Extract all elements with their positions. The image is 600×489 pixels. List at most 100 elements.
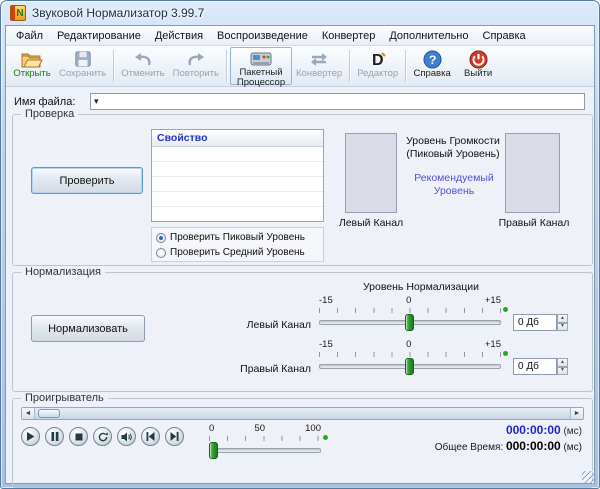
volume-level-title: Уровень Громкости (Пиковый Уровень) xyxy=(401,135,505,161)
table-row xyxy=(152,147,323,162)
pause-icon xyxy=(51,432,59,441)
elapsed-time-value: 000:00:00 xyxy=(506,423,561,437)
volume-scale: 0 50 100 xyxy=(209,423,321,434)
resize-grip[interactable] xyxy=(582,471,594,483)
titlebar[interactable]: N Звуковой Нормализатор 3.99.7 xyxy=(1,1,599,25)
toolbar-help-label: Справка xyxy=(413,69,450,79)
stop-button[interactable] xyxy=(69,427,88,446)
repeat-button[interactable] xyxy=(93,427,112,446)
redo-icon xyxy=(186,49,206,69)
stop-icon xyxy=(75,433,83,441)
next-button[interactable] xyxy=(165,427,184,446)
check-mode-panel: Проверить Пиковый Уровень Проверить Сред… xyxy=(151,227,324,262)
scale-min: -15 xyxy=(319,295,333,306)
toolbar-exit-label: Выйти xyxy=(464,69,492,79)
menu-edit[interactable]: Редактирование xyxy=(50,28,148,44)
toolbar-open-label: Открыть xyxy=(13,69,50,79)
seek-left-icon[interactable]: ◄ xyxy=(22,408,35,419)
next-icon xyxy=(170,432,179,441)
normalize-group-title: Нормализация xyxy=(21,266,105,278)
toolbar-help-button[interactable]: ? Справка xyxy=(409,47,455,85)
dropdown-arrow-icon[interactable]: ▾ xyxy=(94,97,99,106)
menu-actions[interactable]: Действия xyxy=(148,28,210,44)
norm-right-channel-label: Правый Канал xyxy=(213,363,311,375)
menu-extra[interactable]: Дополнительно xyxy=(382,28,475,44)
total-time-value: 000:00:00 xyxy=(506,439,561,453)
help-icon: ? xyxy=(423,49,442,69)
normalize-group: Нормализация Нормализовать Уровень Норма… xyxy=(12,272,593,392)
toolbar-undo-button: Отменить xyxy=(117,47,168,85)
left-channel-label: Левый Канал xyxy=(327,217,415,229)
toolbar-save-button: Сохранить xyxy=(55,47,110,85)
green-dot-icon xyxy=(503,351,508,356)
toolbar-separator xyxy=(405,50,406,82)
pause-button[interactable] xyxy=(45,427,64,446)
scale-min: -15 xyxy=(319,339,333,350)
left-db-spinner: ▲ ▼ xyxy=(557,314,568,331)
save-icon xyxy=(74,49,92,69)
exit-icon xyxy=(469,49,488,69)
toolbar: Открыть Сохранить Отменить Повторить xyxy=(6,46,594,87)
toolbar-editor-label: Редактор xyxy=(357,69,398,79)
property-table[interactable]: Свойство xyxy=(151,129,324,222)
scale-mid: 0 xyxy=(406,339,411,350)
window-title: Звуковой Нормализатор 3.99.7 xyxy=(32,6,204,20)
seek-right-icon[interactable]: ► xyxy=(570,408,583,419)
seek-bar[interactable]: ◄ ► xyxy=(21,407,584,420)
norm-left-channel-label: Левый Канал xyxy=(213,319,311,331)
toolbar-batch-processor-button[interactable]: Пакетный Процессор xyxy=(230,47,292,85)
mute-button[interactable] xyxy=(117,427,136,446)
right-slider-thumb[interactable] xyxy=(405,358,414,375)
check-button-label: Проверить xyxy=(59,175,114,187)
right-db-field[interactable]: 0 Дб xyxy=(513,358,557,375)
menu-help[interactable]: Справка xyxy=(476,28,533,44)
table-row xyxy=(152,162,323,177)
menubar: Файл Редактирование Действия Воспроизвед… xyxy=(6,26,594,46)
speaker-icon xyxy=(121,432,132,442)
table-row xyxy=(152,192,323,207)
toolbar-separator xyxy=(226,50,227,82)
radio-button-icon[interactable] xyxy=(156,233,166,243)
svg-text:?: ? xyxy=(428,52,436,66)
scale-mid: 0 xyxy=(406,295,411,306)
radio-peak-level[interactable]: Проверить Пиковый Уровень xyxy=(156,230,319,245)
spin-up-icon[interactable]: ▲ xyxy=(557,358,568,367)
radio-average-label: Проверить Средний Уровень xyxy=(170,247,305,258)
right-db-spinner: ▲ ▼ xyxy=(557,358,568,375)
volume-thumb[interactable] xyxy=(209,442,218,459)
toolbar-editor-button: D Редактор xyxy=(353,47,402,85)
filename-combobox[interactable]: ▾ xyxy=(90,93,585,110)
open-folder-icon xyxy=(21,49,43,69)
seek-thumb[interactable] xyxy=(38,409,60,418)
radio-average-level[interactable]: Проверить Средний Уровень xyxy=(156,245,319,260)
scale-max: +15 xyxy=(485,295,501,306)
toolbar-exit-button[interactable]: Выйти xyxy=(455,47,501,85)
toolbar-open-button[interactable]: Открыть xyxy=(9,47,55,85)
spin-down-icon[interactable]: ▼ xyxy=(557,323,568,332)
play-button[interactable] xyxy=(21,427,40,446)
normalize-button[interactable]: Нормализовать xyxy=(31,315,145,342)
undo-icon xyxy=(133,49,153,69)
previous-button[interactable] xyxy=(141,427,160,446)
menu-converter[interactable]: Конвертер xyxy=(315,28,382,44)
toolbar-redo-label: Повторить xyxy=(173,69,219,79)
left-db-field[interactable]: 0 Дб xyxy=(513,314,557,331)
check-button[interactable]: Проверить xyxy=(31,167,143,194)
spin-down-icon[interactable]: ▼ xyxy=(557,367,568,376)
volume-slider[interactable]: 0 50 100 xyxy=(209,423,327,463)
spin-up-icon[interactable]: ▲ xyxy=(557,314,568,323)
player-group: Проигрыватель ◄ ► xyxy=(12,398,593,488)
right-channel-slider[interactable]: -15 0 +15 xyxy=(319,317,505,377)
toolbar-batch-processor-label: Пакетный Процессор xyxy=(235,68,287,89)
menu-file[interactable]: Файл xyxy=(9,28,50,44)
right-channel-meter xyxy=(505,133,560,213)
total-time-label: Общее Время: xyxy=(435,442,503,453)
check-group-title: Проверка xyxy=(21,108,78,120)
app-window: N Звуковой Нормализатор 3.99.7 Файл Реда… xyxy=(0,0,600,489)
menu-playback[interactable]: Воспроизведение xyxy=(210,28,315,44)
radio-button-icon[interactable] xyxy=(156,248,166,258)
volume-track[interactable] xyxy=(209,448,321,453)
repeat-icon xyxy=(98,432,108,442)
batch-processor-icon xyxy=(250,50,272,68)
volume-ticks xyxy=(209,436,321,441)
